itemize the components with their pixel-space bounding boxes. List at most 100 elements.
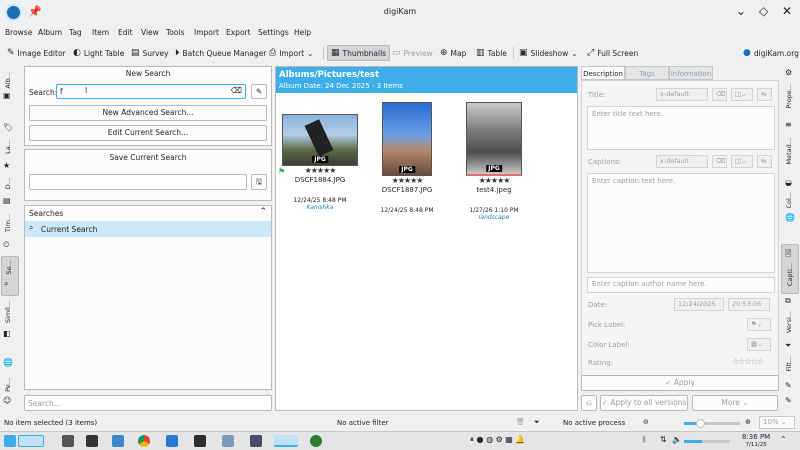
rating-stars[interactable]: ★★★★★ bbox=[454, 176, 534, 185]
save-search-name-input[interactable] bbox=[29, 174, 247, 190]
zoom-out-icon[interactable]: ⊖ bbox=[643, 418, 649, 426]
terminal-icon[interactable] bbox=[194, 435, 206, 447]
more-button[interactable]: More ⌄ bbox=[692, 395, 778, 411]
image-editor-button[interactable]: ✎ Image Editor bbox=[7, 45, 66, 61]
preview-button[interactable]: ▭ Preview bbox=[392, 45, 433, 61]
menu-export[interactable]: Export bbox=[226, 28, 251, 37]
tab-filters[interactable]: Filt... bbox=[785, 356, 793, 372]
thumbnail-item[interactable]: JPG ⚑ ★★★★★ DSCF1884.JPG 12/24/25 8:48 P… bbox=[278, 113, 360, 211]
menu-settings[interactable]: Settings bbox=[258, 28, 289, 37]
tab-description[interactable]: Description bbox=[581, 66, 625, 80]
chrome-icon[interactable] bbox=[138, 435, 150, 447]
filter-icon[interactable]: ⏷ bbox=[785, 341, 791, 351]
tab-similarity[interactable]: Simil... bbox=[4, 301, 12, 323]
system-tray-icons[interactable]: ⏸ ● ◍ ⚙ ▦ 🔔 bbox=[470, 435, 525, 445]
zoom-slider[interactable] bbox=[684, 419, 740, 428]
menu-import[interactable]: Import bbox=[194, 28, 219, 37]
search-list-item[interactable]: ⌕ Current Search bbox=[25, 221, 271, 237]
menu-tools[interactable]: Tools bbox=[166, 28, 184, 37]
menu-help[interactable]: Help bbox=[294, 28, 311, 37]
rating-stars[interactable]: ☆☆☆☆☆ bbox=[732, 357, 764, 366]
menu-album[interactable]: Album bbox=[38, 28, 62, 37]
globe-icon[interactable]: 🌐 bbox=[3, 358, 13, 367]
rating-stars[interactable]: ★★★★★ bbox=[280, 166, 360, 175]
zoom-in-icon[interactable]: ⊕ bbox=[745, 418, 751, 426]
album-icon[interactable]: ▣ bbox=[3, 91, 11, 100]
thumbnails-button[interactable]: ▦ Thumbnails bbox=[327, 45, 391, 61]
versions-icon[interactable]: ⧉ bbox=[785, 296, 791, 306]
tab-search-active[interactable]: Se... ⌕ bbox=[1, 256, 19, 296]
tab-people[interactable]: Pe... bbox=[4, 378, 12, 392]
thumbnail-item[interactable]: JPG ★★★★★ test4.jpeg 1/27/26 1:10 PM lan… bbox=[454, 102, 534, 221]
caption-textarea[interactable]: Enter caption text here. bbox=[587, 173, 775, 273]
tab-properties[interactable]: Prope... bbox=[785, 84, 793, 109]
pick-label-select[interactable]: ⚑⌄ bbox=[747, 318, 771, 331]
clear-input-icon[interactable]: ⌫ bbox=[231, 86, 242, 95]
search-options-button[interactable]: ✎ bbox=[251, 84, 267, 99]
table-button[interactable]: ▥ Table bbox=[476, 45, 507, 61]
slideshow-button[interactable]: ▣ Slideshow ⌄ bbox=[519, 45, 578, 61]
digikam-org-link[interactable]: ● digiKam.org bbox=[743, 45, 799, 61]
save-search-button[interactable]: 🖫 bbox=[251, 174, 267, 190]
face-icon[interactable]: ☺ bbox=[3, 396, 11, 405]
volume-icon[interactable]: 🔈 bbox=[672, 435, 682, 444]
tab-timeline[interactable]: Tim... bbox=[4, 214, 12, 232]
light-table-button[interactable]: ◐ Light Table bbox=[73, 45, 124, 61]
title-textarea[interactable]: Enter title text here. bbox=[587, 106, 775, 150]
menu-tag[interactable]: Tag bbox=[69, 28, 82, 37]
minimize-icon[interactable]: ⌄ bbox=[736, 4, 746, 18]
geolocation-icon[interactable]: 🌐 bbox=[785, 213, 795, 222]
color-label-select[interactable]: ▦⌄ bbox=[747, 338, 771, 351]
edit-current-search-button[interactable]: Edit Current Search... bbox=[29, 125, 267, 141]
menu-edit[interactable]: Edit bbox=[118, 28, 133, 37]
survey-button[interactable]: ▤ Survey bbox=[131, 45, 169, 61]
tab-information[interactable]: Information bbox=[669, 66, 713, 80]
tab-albums[interactable]: Alb... bbox=[4, 72, 12, 89]
maximize-icon[interactable]: ◇ bbox=[759, 4, 768, 18]
title-swap-button[interactable]: ⇆ bbox=[757, 88, 772, 101]
zoom-slider-handle[interactable] bbox=[696, 419, 705, 428]
caption-delete-button[interactable]: ⌫ bbox=[712, 155, 727, 168]
clock[interactable]: 8:36 PM 7/11/25 bbox=[742, 433, 770, 449]
volume-slider[interactable] bbox=[684, 440, 730, 443]
title-delete-button[interactable]: ⌫ bbox=[712, 88, 727, 101]
filter-icon[interactable]: ⏷ bbox=[534, 418, 540, 427]
tab-metadata[interactable]: Metad... bbox=[785, 138, 793, 164]
star-icon[interactable]: ★ bbox=[3, 161, 10, 170]
tab-versions[interactable]: Versi... bbox=[785, 311, 793, 333]
caption-translate-button[interactable]: ◫⌄ bbox=[731, 155, 753, 168]
new-advanced-search-button[interactable]: New Advanced Search... bbox=[29, 105, 267, 121]
digikam-task-icon[interactable] bbox=[274, 435, 298, 447]
batch-queue-button[interactable]: ⏵ Batch Queue Manager bbox=[175, 45, 266, 61]
rating-stars[interactable]: ★★★★★ bbox=[367, 176, 447, 185]
caption-language-select[interactable]: x-default bbox=[656, 155, 708, 168]
full-screen-button[interactable]: ⤢ Full Screen bbox=[587, 45, 638, 61]
searches-header[interactable]: Searches bbox=[29, 209, 63, 218]
bottom-search-input[interactable]: Search... bbox=[24, 395, 272, 411]
metadata-icon[interactable]: ≡ bbox=[785, 120, 792, 129]
menu-browse[interactable]: Browse bbox=[5, 28, 32, 37]
terminal-icon[interactable] bbox=[86, 435, 98, 447]
tools-icon[interactable]: ✎ bbox=[785, 396, 792, 405]
file-manager-icon[interactable] bbox=[112, 435, 124, 447]
tray-expand-icon[interactable]: ⌃ bbox=[780, 435, 787, 444]
zoom-level-select[interactable]: 10% ⌄ bbox=[759, 416, 795, 429]
close-icon[interactable]: ✕ bbox=[782, 4, 792, 18]
tag-icon[interactable]: 🏷 bbox=[3, 123, 13, 132]
chevron-up-icon[interactable]: ⌃ bbox=[259, 207, 267, 217]
time-input[interactable]: 20:53:06 bbox=[728, 298, 770, 311]
taskbar-app-icon[interactable] bbox=[62, 435, 74, 447]
image-viewer-icon[interactable] bbox=[222, 435, 234, 447]
caption-swap-button[interactable]: ⇆ bbox=[757, 155, 772, 168]
tab-colors[interactable]: Col... bbox=[785, 192, 793, 209]
menu-view[interactable]: View bbox=[141, 28, 159, 37]
tab-labels[interactable]: La... bbox=[4, 140, 12, 154]
trash-icon[interactable]: 🗑 bbox=[516, 418, 525, 426]
clock-icon[interactable]: ⏲ bbox=[3, 240, 9, 250]
map-button[interactable]: ⊕ Map bbox=[440, 45, 466, 61]
import-button[interactable]: ⎙ Import ⌄ bbox=[269, 45, 313, 61]
network-icon[interactable]: ⇅ bbox=[660, 435, 667, 444]
browser-icon[interactable] bbox=[310, 435, 322, 447]
similarity-icon[interactable]: ◧ bbox=[3, 329, 11, 338]
apply-button[interactable]: ✓ Apply bbox=[581, 375, 779, 391]
